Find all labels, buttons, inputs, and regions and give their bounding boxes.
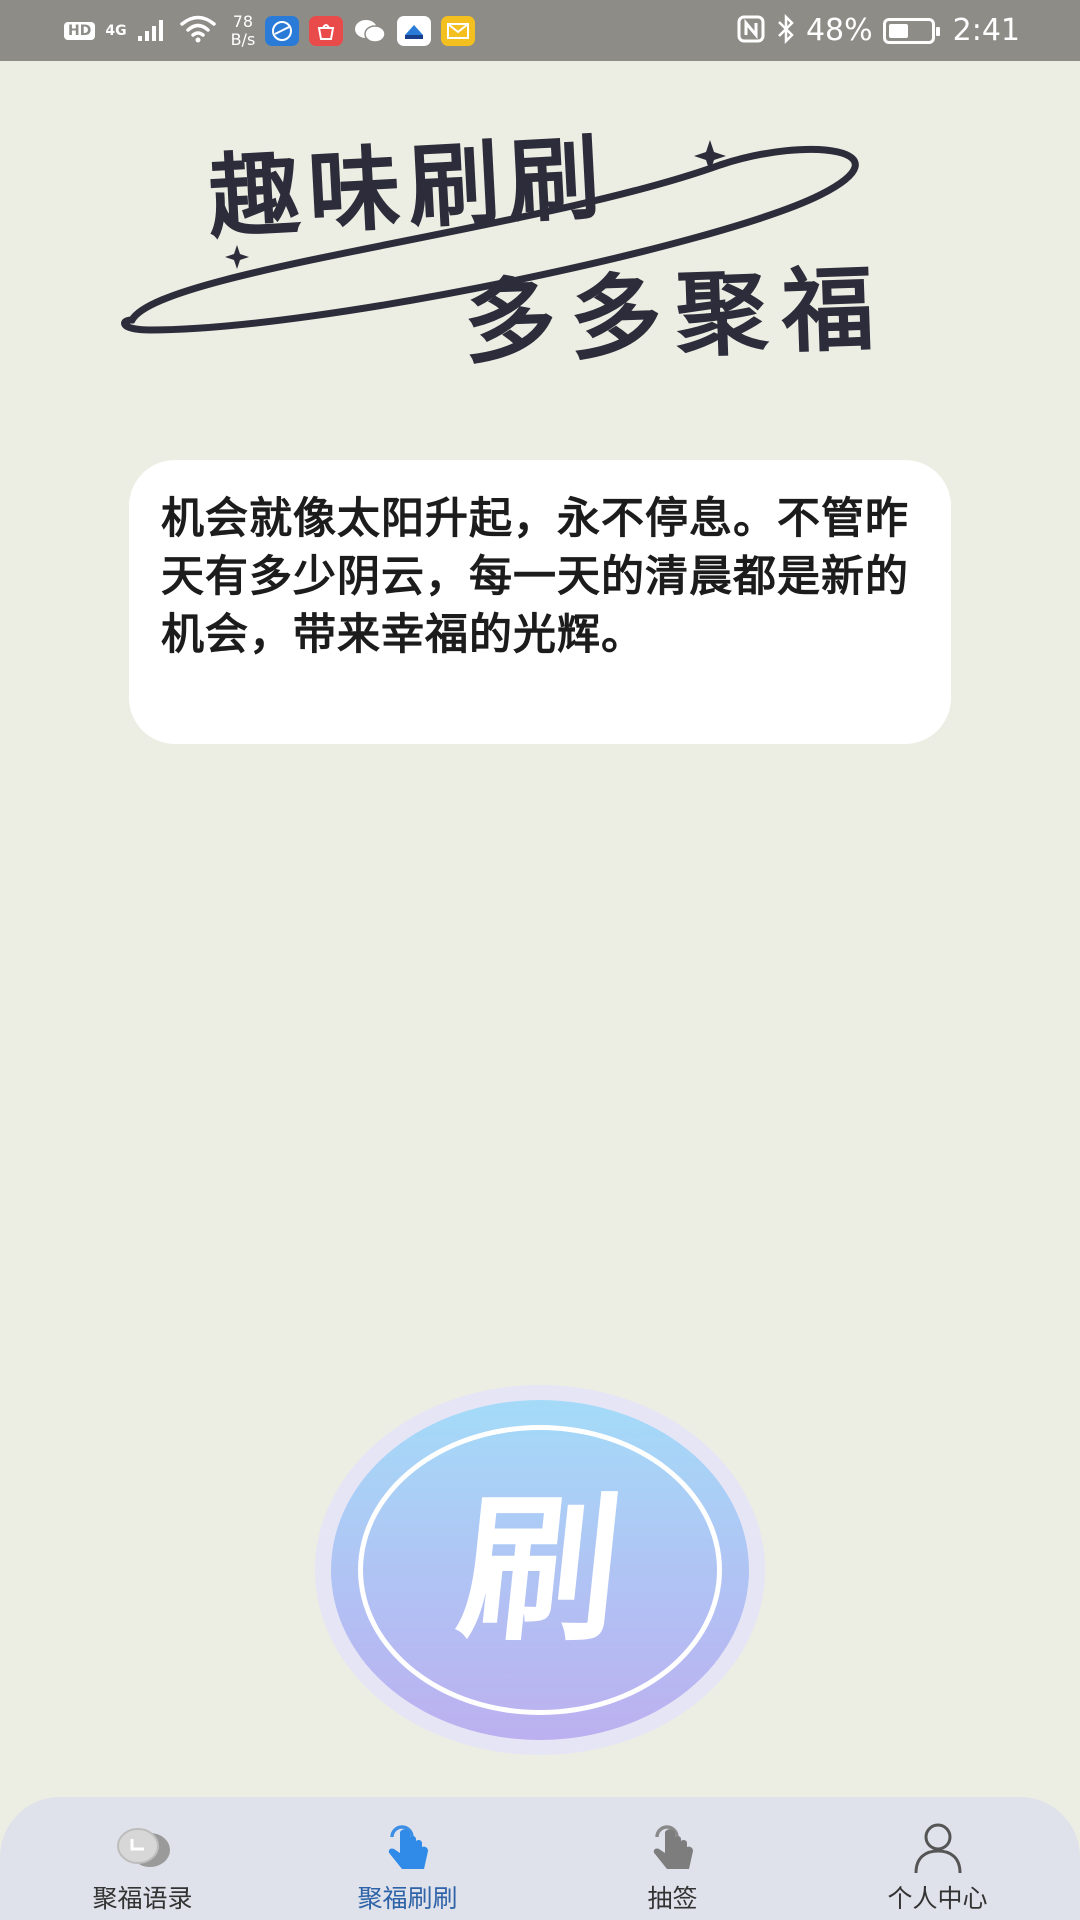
battery-percent: 48% (805, 13, 873, 48)
mail-icon (441, 15, 476, 46)
nav-label-brush: 聚福刷刷 (357, 1884, 458, 1913)
huawei-store-icon (309, 15, 344, 46)
hd-badge: HD (64, 21, 96, 40)
bluetooth-icon (776, 13, 796, 48)
nav-label-profile: 个人中心 (887, 1884, 988, 1913)
wifi-icon (179, 15, 217, 47)
nav-item-quotes[interactable]: 聚福语录 (18, 1817, 268, 1915)
clock: 2:41 (952, 13, 1020, 48)
app-screen: HD 4G 78 B/s 48% 2:41 趣味刷刷 多多聚福 机会就像太阳升起… (0, 0, 1080, 1920)
network-speed: 78 B/s (230, 11, 256, 49)
brush-button-face: 刷 (331, 1400, 749, 1740)
quote-text: 机会就像太阳升起，永不停息。不管昨天有多少阴云，每一天的清晨都是新的机会，带来幸… (161, 494, 909, 660)
logo-line-1: 趣味刷刷 (206, 130, 611, 252)
draw-hand-icon (638, 1817, 708, 1877)
logo-line-2: 多多聚福 (462, 255, 889, 377)
browser-icon (265, 15, 300, 46)
bottom-nav: 聚福语录 聚福刷刷 抽签 个人中心 (0, 1797, 1080, 1920)
battery-level (888, 23, 908, 38)
brush-button-ring: 刷 (358, 1425, 722, 1715)
nav-item-brush[interactable]: 聚福刷刷 (283, 1817, 533, 1915)
app-logo: 趣味刷刷 多多聚福 (120, 124, 960, 380)
nav-item-profile[interactable]: 个人中心 (813, 1817, 1063, 1915)
network-speed-value: 78 (232, 11, 254, 31)
network-speed-unit: B/s (230, 29, 256, 49)
network-type: 4G (105, 22, 127, 39)
nav-label-quotes: 聚福语录 (92, 1884, 193, 1913)
person-icon (903, 1817, 973, 1877)
status-bar-right: 48% 2:41 (736, 13, 1020, 48)
quote-card: 机会就像太阳升起，永不停息。不管昨天有多少阴云，每一天的清晨都是新的机会，带来幸… (129, 460, 951, 744)
quote-bubble-icon (108, 1817, 178, 1877)
brush-button[interactable]: 刷 (315, 1385, 765, 1755)
status-bar: HD 4G 78 B/s 48% 2:41 (0, 0, 1080, 61)
maps-icon (397, 15, 432, 46)
tap-hand-icon (373, 1817, 443, 1877)
nav-label-draw: 抽签 (647, 1884, 698, 1913)
nav-item-draw[interactable]: 抽签 (548, 1817, 798, 1915)
signal-icon (137, 16, 169, 46)
brush-button-label: 刷 (450, 1476, 630, 1663)
status-bar-left: HD 4G 78 B/s (64, 11, 476, 49)
battery-icon (882, 17, 940, 44)
nfc-icon (736, 14, 766, 48)
wechat-icon (353, 16, 387, 46)
